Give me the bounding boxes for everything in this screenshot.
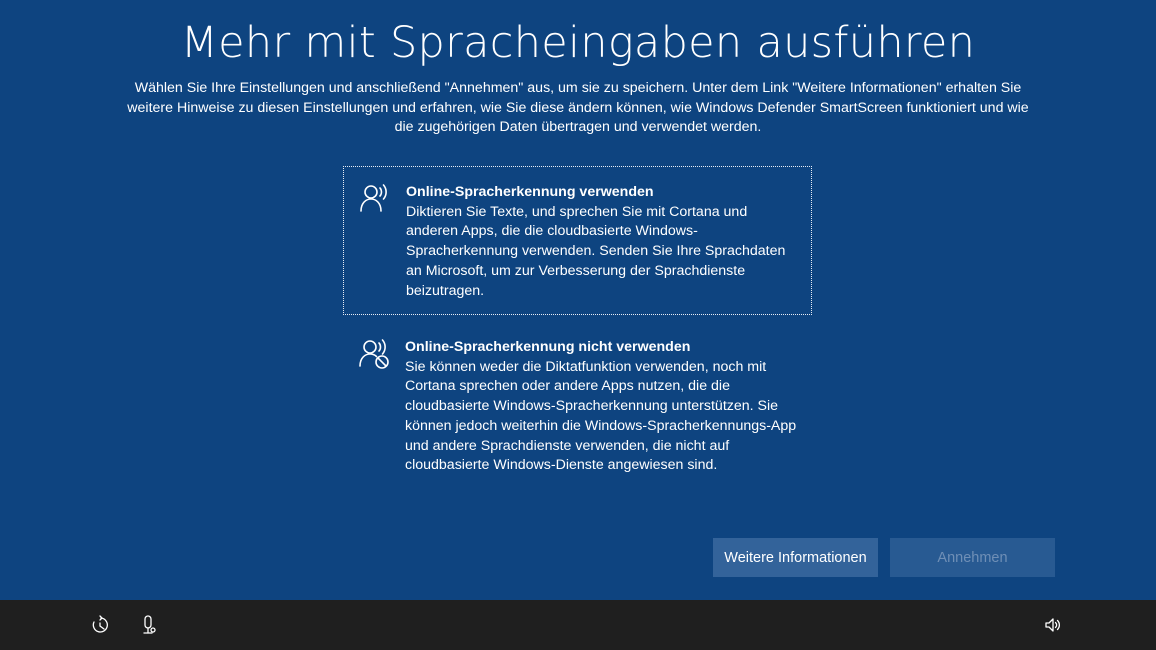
page-title: Mehr mit Spracheingaben ausführen xyxy=(180,18,976,68)
ease-of-access-icon[interactable] xyxy=(89,614,111,636)
oobe-screen: Mehr mit Spracheingaben ausführen Wählen… xyxy=(0,0,1156,650)
intro-text: Wählen Sie Ihre Einstellungen und anschl… xyxy=(127,80,1029,135)
more-info-button[interactable]: Weitere Informationen xyxy=(713,538,878,577)
accept-button[interactable]: Annehmen xyxy=(890,538,1055,577)
taskbar xyxy=(0,600,1156,650)
volume-icon[interactable] xyxy=(1042,614,1064,636)
speech-recognition-icon xyxy=(358,181,392,215)
option-title: Online-Spracherkennung verwenden xyxy=(406,184,654,200)
option-dont-use-online-speech[interactable]: Online-Spracherkennung nicht verwenden S… xyxy=(343,322,812,473)
microphone-icon[interactable] xyxy=(138,614,160,636)
option-description: Diktieren Sie Texte, und sprechen Sie mi… xyxy=(406,203,786,299)
option-description: Sie können weder die Diktatfunktion verw… xyxy=(405,358,797,474)
option-title: Online-Spracherkennung nicht verwenden xyxy=(405,339,691,355)
speech-recognition-disabled-icon xyxy=(357,336,391,370)
option-use-online-speech[interactable]: Online-Spracherkennung verwenden Diktier… xyxy=(343,166,812,315)
